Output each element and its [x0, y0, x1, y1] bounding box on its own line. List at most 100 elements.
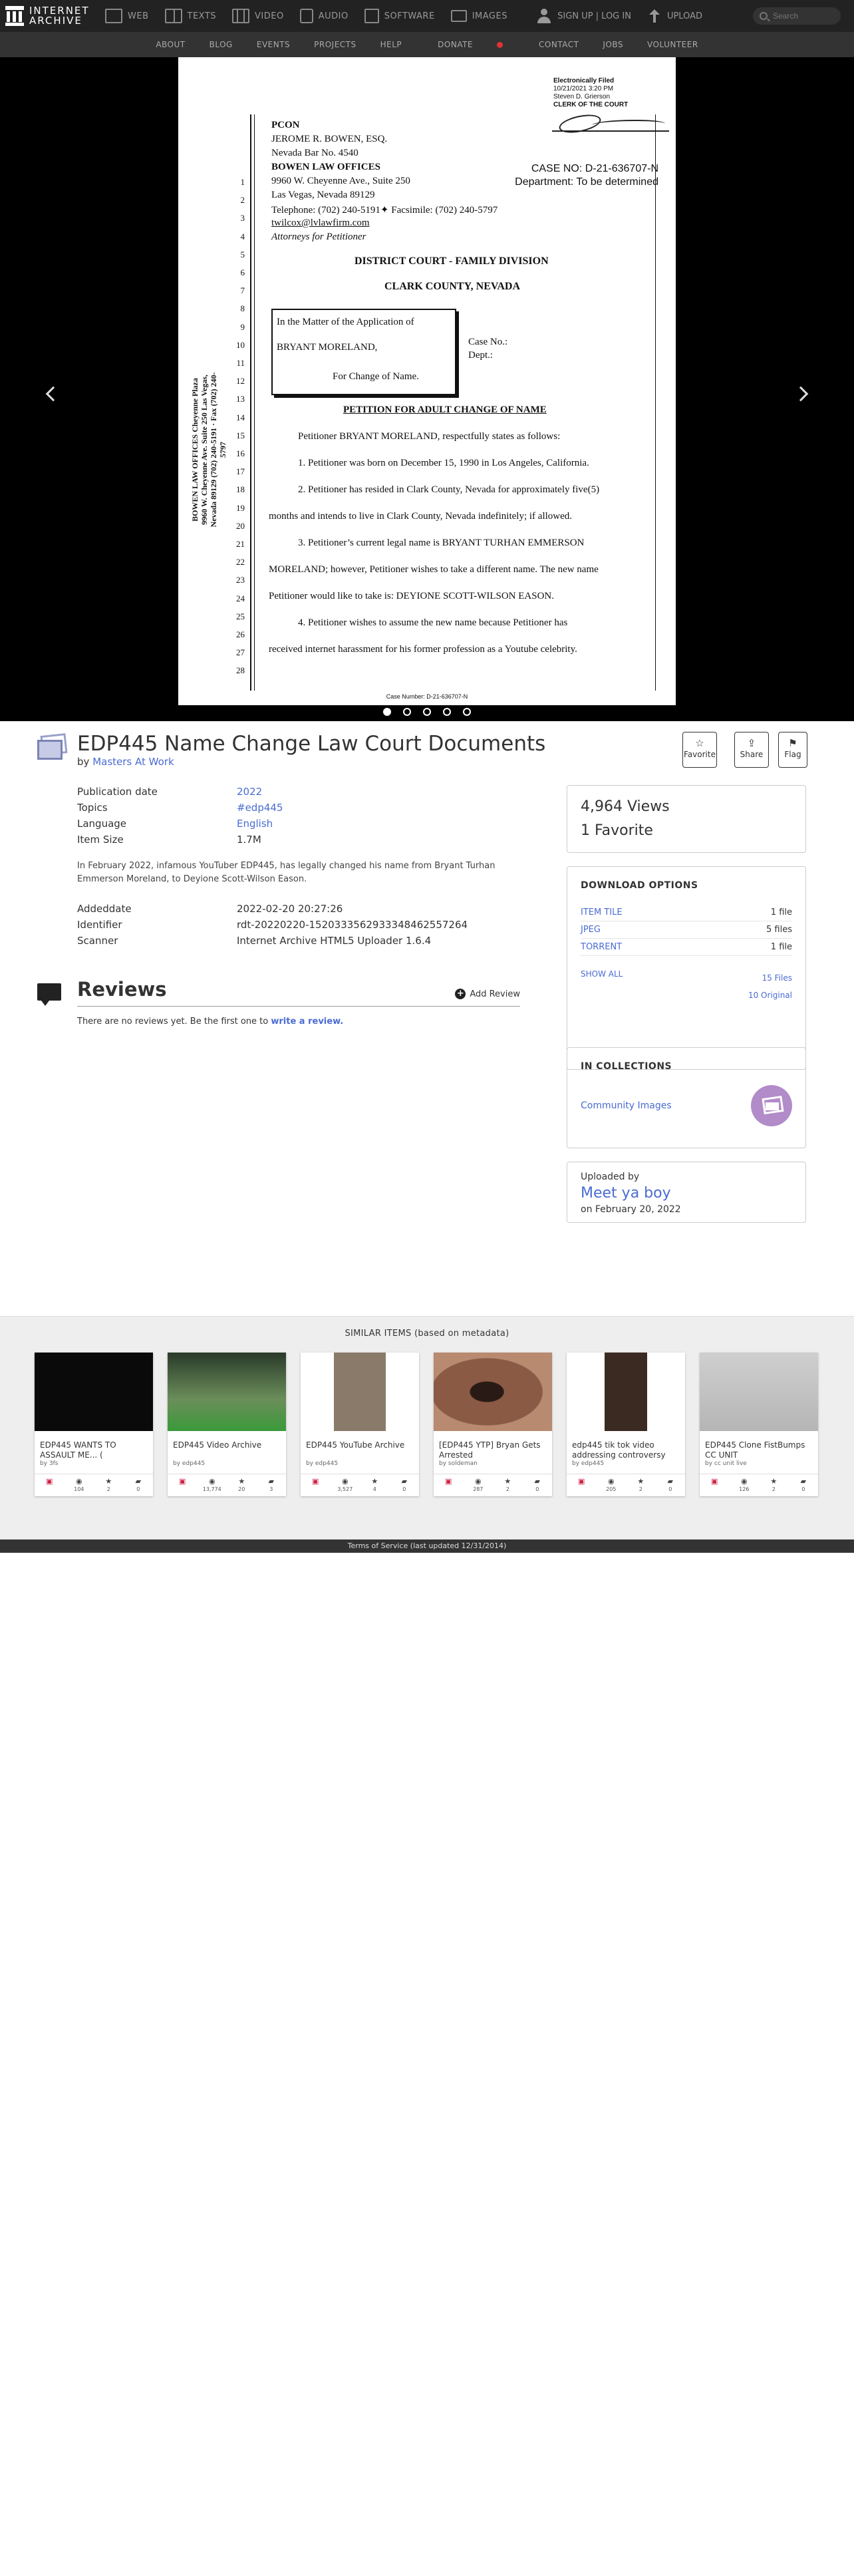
doc-paragraph-1: 1. Petitioner was born on December 15, 1…	[298, 458, 589, 468]
similar-item-title[interactable]: EDP445 YouTube Archive	[306, 1440, 415, 1450]
nav-texts[interactable]: TEXTS	[164, 9, 217, 23]
similar-item-thumbnail[interactable]	[301, 1353, 419, 1431]
flag-button[interactable]: ⚑ Flag	[778, 732, 807, 768]
doc-firm-sidebar: BOWEN LAW OFFICES Cheyenne Plaza 9960 W.…	[190, 372, 227, 528]
page-dot-3[interactable]	[423, 708, 431, 716]
original-count-link[interactable]: 10 Original	[748, 987, 792, 1004]
doc-caption-box: In the Matter of the Application of BRYA…	[271, 309, 456, 395]
subnav-about[interactable]: ABOUT	[156, 40, 185, 49]
doc-attorneys-for: Attorneys for Petitioner	[271, 232, 366, 242]
nav-video[interactable]: VIDEO	[232, 9, 284, 23]
files-count-link[interactable]: 15 Files	[748, 969, 792, 987]
reviews-count: 0	[136, 1486, 140, 1492]
download-row[interactable]: TORRENT 1 file	[581, 939, 792, 956]
similar-item-thumbnail[interactable]	[168, 1353, 286, 1431]
star-icon: ★	[504, 1477, 511, 1486]
share-button[interactable]: ⇪ Share	[734, 732, 769, 768]
similar-item-tile[interactable]: edp445 tik tok video addressing controve…	[567, 1353, 685, 1496]
subnav-events[interactable]: EVENTS	[257, 40, 290, 49]
doc-court: DISTRICT COURT - FAMILY DIVISION	[355, 255, 549, 267]
metadata-row: Publication date 2022	[77, 786, 263, 798]
page-dots	[0, 708, 854, 716]
star-icon: ★	[637, 1477, 644, 1486]
similar-item-title[interactable]: edp445 tik tok video addressing controve…	[572, 1440, 681, 1460]
book-icon	[164, 9, 182, 23]
nav-images[interactable]: IMAGES	[450, 10, 507, 22]
subnav-jobs[interactable]: JOBS	[603, 40, 623, 49]
subnav-donate[interactable]: DONATE	[426, 40, 515, 49]
add-review-button[interactable]: + Add Review	[455, 989, 520, 999]
comment-icon: ▰	[800, 1477, 806, 1486]
subnav-contact[interactable]: CONTACT	[539, 40, 579, 49]
similar-item-title[interactable]: EDP445 Clone FistBumps CC UNIT	[705, 1440, 814, 1460]
similar-items-grid: EDP445 WANTS TO ASSAULT ME... (by 3fs ▣ ◉ 1…	[35, 1353, 818, 1496]
similar-item-thumbnail[interactable]	[700, 1353, 818, 1431]
doc-paragraph-3b: MORELAND; however, Petitioner wishes to …	[269, 564, 599, 575]
similar-item-thumbnail[interactable]	[434, 1353, 552, 1431]
similar-item-tile[interactable]: EDP445 YouTube Archive by edp445 ▣ ◉ 3,527 ★ 4…	[301, 1353, 419, 1496]
user-icon[interactable]	[537, 9, 551, 23]
nav-software[interactable]: SOFTWARE	[364, 9, 435, 23]
comment-icon: ▰	[135, 1477, 141, 1486]
next-page-arrow-icon[interactable]	[793, 386, 809, 402]
author-link[interactable]: Masters At Work	[92, 756, 174, 768]
favorite-button[interactable]: ☆ Favorite	[682, 732, 717, 768]
views-count: 3,527	[337, 1486, 353, 1492]
subnav-blog[interactable]: BLOG	[210, 40, 233, 49]
search-input[interactable]	[773, 11, 837, 21]
similar-item-title[interactable]: [EDP445 YTP] Bryan Gets Arrested	[439, 1440, 548, 1460]
upload-button[interactable]: UPLOAD	[648, 9, 702, 23]
community-images-icon[interactable]	[751, 1085, 792, 1126]
similar-item-author: by edp445	[572, 1460, 605, 1467]
document-page: Electronically Filed 10/21/2021 3:20 PM …	[178, 57, 676, 705]
plus-icon: +	[455, 989, 466, 999]
doc-address1: 9960 W. Cheyenne Ave., Suite 250	[271, 176, 410, 186]
similar-item-tile[interactable]: EDP445 Clone FistBumps CC UNIT by cc unit…	[700, 1353, 818, 1496]
similar-item-stats: ▣ ◉ 205 ★ 2 ▰ 0	[567, 1474, 685, 1496]
subnav-projects[interactable]: PROJECTS	[314, 40, 356, 49]
views-count: 126	[739, 1486, 750, 1492]
subnav-help[interactable]: HELP	[380, 40, 402, 49]
page-dot-2[interactable]	[403, 708, 411, 716]
topic-link[interactable]: #edp445	[237, 802, 283, 814]
doc-intro: Petitioner BRYANT MORELAND, respectfully…	[298, 431, 561, 442]
collection-link[interactable]: Community Images	[581, 1100, 672, 1111]
publication-date-link[interactable]: 2022	[237, 786, 262, 798]
similar-item-tile[interactable]: EDP445 WANTS TO ASSAULT ME... (by 3fs ▣ ◉ 1…	[35, 1353, 153, 1496]
previous-page-arrow-icon[interactable]	[45, 386, 61, 402]
show-all-link[interactable]: SHOW ALL	[581, 969, 623, 1004]
similar-item-tile[interactable]: EDP445 Video Archive by edp445 ▣ ◉ 13,774 ★ 20…	[168, 1353, 286, 1496]
signup-login-link[interactable]: SIGN UP | LOG IN	[557, 11, 631, 21]
uploader-link[interactable]: Meet ya boy	[581, 1185, 792, 1202]
doc-paragraph-4b: received internet harassment for his for…	[269, 644, 577, 655]
subnav-volunteer[interactable]: VOLUNTEER	[647, 40, 698, 49]
similar-item-tile[interactable]: [EDP445 YTP] Bryan Gets Arrested by solde…	[434, 1353, 552, 1496]
download-options-box: DOWNLOAD OPTIONS ITEM TILE 1 file JPEG 5 f…	[567, 866, 806, 1070]
similar-item-title[interactable]: EDP445 Video Archive	[173, 1440, 282, 1450]
star-icon: ☆	[695, 737, 704, 749]
similar-item-title[interactable]: EDP445 WANTS TO ASSAULT ME... (	[40, 1440, 149, 1460]
write-review-link[interactable]: write a review.	[271, 1017, 343, 1027]
internet-archive-logo[interactable]: INTERNET ARCHIVE	[5, 6, 105, 26]
floppy-disk-icon	[364, 9, 379, 23]
similar-item-thumbnail[interactable]	[35, 1353, 153, 1431]
download-row[interactable]: ITEM TILE 1 file	[581, 904, 792, 921]
comment-icon: ▰	[401, 1477, 407, 1486]
nav-web[interactable]: WEB	[105, 9, 149, 23]
search-icon[interactable]	[760, 12, 768, 20]
reviews-count: 0	[402, 1486, 406, 1492]
star-icon: ★	[238, 1477, 245, 1486]
page-dot-5[interactable]	[463, 708, 471, 716]
collections-heading: IN COLLECTIONS	[581, 1061, 672, 1072]
language-link[interactable]: English	[237, 818, 273, 830]
similar-item-thumbnail[interactable]	[567, 1353, 685, 1431]
item-byline: by Masters At Work	[77, 756, 174, 768]
search-box[interactable]	[753, 7, 841, 25]
uploader-box: Uploaded by Meet ya boy on February 20, …	[567, 1162, 806, 1223]
nav-audio[interactable]: AUDIO	[299, 9, 349, 23]
upload-arrow-icon	[648, 9, 660, 23]
terms-of-service-link[interactable]: Terms of Service (last updated 12/31/201…	[0, 1539, 854, 1553]
page-dot-1[interactable]	[383, 708, 391, 716]
download-row[interactable]: JPEG 5 files	[581, 921, 792, 939]
page-dot-4[interactable]	[443, 708, 451, 716]
